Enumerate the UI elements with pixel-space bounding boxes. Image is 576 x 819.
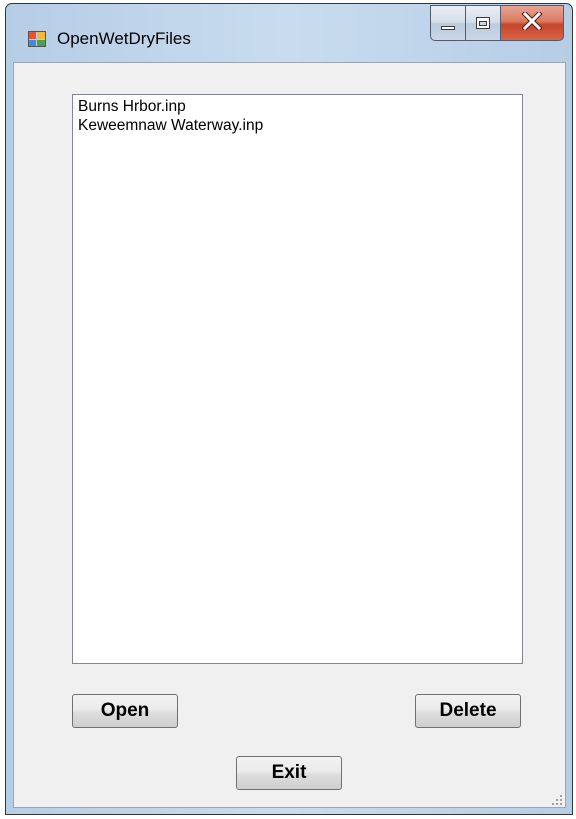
exit-button[interactable]: Exit xyxy=(236,756,342,790)
maximize-button[interactable] xyxy=(465,5,500,41)
delete-button[interactable]: Delete xyxy=(415,694,521,728)
caption-buttons xyxy=(430,5,564,41)
close-button[interactable] xyxy=(500,5,564,41)
app-icon[interactable] xyxy=(28,29,46,47)
title-bar[interactable]: OpenWetDryFiles xyxy=(6,4,572,62)
maximize-icon xyxy=(476,17,490,29)
minimize-icon xyxy=(441,26,455,30)
open-button[interactable]: Open xyxy=(72,694,178,728)
close-icon xyxy=(521,9,543,35)
window-title: OpenWetDryFiles xyxy=(57,29,191,48)
minimize-button[interactable] xyxy=(430,5,465,41)
list-item[interactable]: Keweemnaw Waterway.inp xyxy=(78,116,517,135)
client-area: Burns Hrbor.inp Keweemnaw Waterway.inp O… xyxy=(13,62,566,808)
list-item[interactable]: Burns Hrbor.inp xyxy=(78,97,517,116)
file-listbox[interactable]: Burns Hrbor.inp Keweemnaw Waterway.inp xyxy=(72,94,523,664)
resize-grip-icon[interactable] xyxy=(551,793,563,805)
app-window: OpenWetDryFiles Burns Hrbor.inp Keweemna… xyxy=(5,3,573,815)
